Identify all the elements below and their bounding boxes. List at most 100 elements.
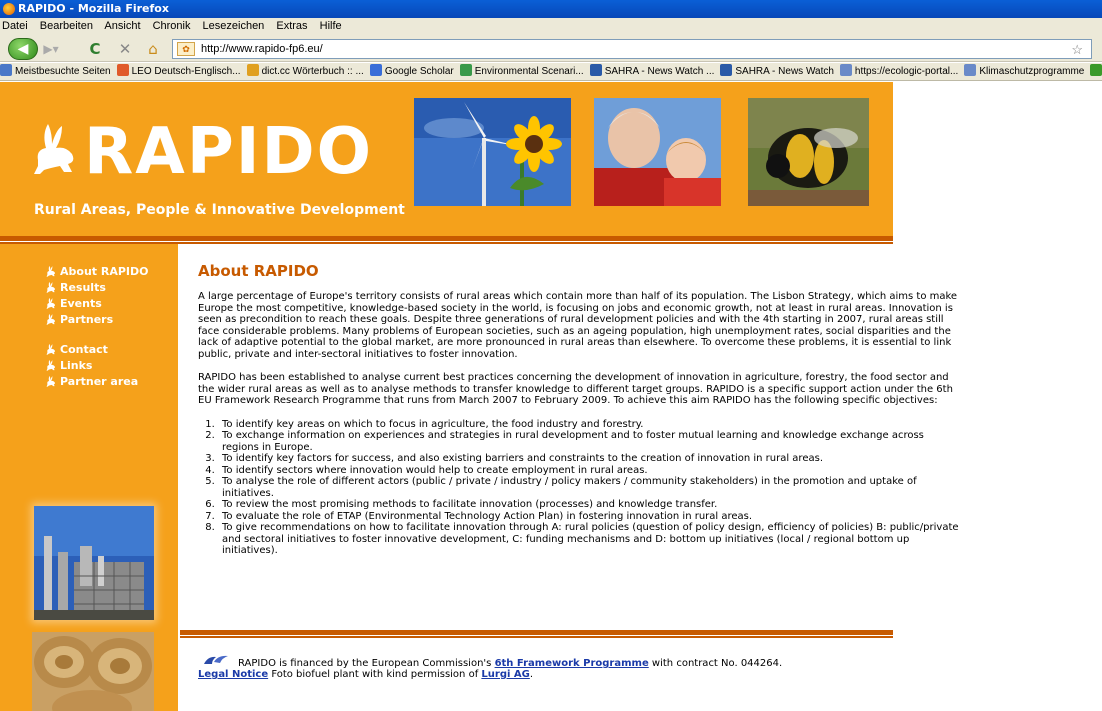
hare-bullet-icon bbox=[42, 281, 60, 293]
menu-hilfe[interactable]: Hilfe bbox=[320, 20, 342, 32]
reload-button[interactable]: C bbox=[84, 38, 106, 60]
bookmark-item[interactable]: Meistbesuchte Seiten bbox=[0, 63, 111, 80]
list-item: To give recommendations on how to facili… bbox=[218, 522, 960, 557]
window-titlebar: RAPIDO - Mozilla Firefox bbox=[0, 0, 1102, 18]
site-tagline: Rural Areas, People & Innovative Develop… bbox=[34, 202, 405, 218]
menu-bearbeiten[interactable]: Bearbeiten bbox=[40, 20, 93, 32]
aims-paragraph: RAPIDO has been established to analyse c… bbox=[198, 372, 953, 406]
address-url: http://www.rapido-fp6.eu/ bbox=[201, 43, 323, 55]
nav-contact-label: Contact bbox=[60, 343, 108, 356]
footer-line-1: RAPIDO is financed by the European Commi… bbox=[198, 654, 782, 669]
nav-partner-area-label: Partner area bbox=[60, 375, 139, 388]
nav-about-rapido[interactable]: About RAPIDO bbox=[42, 264, 148, 280]
bookmark-item[interactable]: SAHRA - News Watch ... bbox=[589, 63, 715, 80]
nav-partners[interactable]: Partners bbox=[42, 312, 148, 328]
address-bar[interactable]: ✿ http://www.rapido-fp6.eu/ ☆ bbox=[172, 39, 1092, 59]
bookmark-favicon-icon bbox=[246, 64, 259, 76]
bookmark-item[interactable]: dict.cc Wörterbuch :: ... bbox=[246, 63, 364, 80]
header-photo-windturbine-sunflower bbox=[414, 98, 571, 206]
list-item: To review the most promising methods to … bbox=[218, 499, 960, 511]
hare-bullet-icon bbox=[42, 343, 60, 355]
hare-logo-icon bbox=[34, 124, 74, 174]
page-title: About RAPIDO bbox=[198, 262, 319, 280]
sidebar-nav: About RAPIDO Results Events Partners Con… bbox=[42, 264, 148, 390]
header-photo-grandmother-child bbox=[594, 98, 721, 206]
bookmark-item[interactable]: Klimaschutzprogramme bbox=[964, 63, 1085, 80]
bookmark-item[interactable]: https://ecologic-portal... bbox=[839, 63, 959, 80]
home-button[interactable]: ⌂ bbox=[142, 38, 164, 60]
site-footer: RAPIDO is financed by the European Commi… bbox=[198, 654, 782, 680]
nav-results[interactable]: Results bbox=[42, 280, 148, 296]
menu-chronik[interactable]: Chronik bbox=[153, 20, 191, 32]
menu-datei[interactable]: Datei bbox=[2, 20, 28, 32]
list-item: To identify key areas on which to focus … bbox=[218, 419, 960, 431]
bookmark-item[interactable]: Google Scholar bbox=[369, 63, 454, 80]
list-item: To identify key factors for success, and… bbox=[218, 453, 960, 465]
list-item: To identify sectors where innovation wou… bbox=[218, 465, 960, 477]
bookmark-label: Klimaschutzprogramme bbox=[979, 66, 1085, 77]
menu-extras[interactable]: Extras bbox=[276, 20, 307, 32]
objectives-list: To identify key areas on which to focus … bbox=[198, 419, 960, 557]
legal-notice-link[interactable]: Legal Notice bbox=[198, 669, 268, 680]
nav-events-label: Events bbox=[60, 297, 102, 310]
bookmark-item[interactable]: PortalL bbox=[1090, 63, 1102, 80]
sidebar-photo-straw-bales bbox=[32, 632, 154, 711]
nav-links[interactable]: Links bbox=[42, 358, 148, 374]
menu-ansicht[interactable]: Ansicht bbox=[104, 20, 140, 32]
bookmark-label: https://ecologic-portal... bbox=[854, 66, 959, 77]
bookmark-favicon-icon bbox=[116, 64, 129, 76]
bookmark-label: Environmental Scenari... bbox=[474, 66, 584, 77]
bookmark-favicon-icon bbox=[720, 64, 733, 76]
footer-divider-thin bbox=[180, 636, 893, 638]
intro-paragraph: A large percentage of Europe's territory… bbox=[198, 291, 958, 360]
nav-gap bbox=[42, 328, 148, 342]
bookmark-item[interactable]: Environmental Scenari... bbox=[459, 63, 584, 80]
main-content: About RAPIDO A large percentage of Europ… bbox=[198, 262, 960, 557]
bookmark-label: Meistbesuchte Seiten bbox=[15, 66, 111, 77]
footer-divider bbox=[180, 630, 893, 635]
sidebar-photo-biofuel-plant bbox=[34, 506, 154, 620]
bookmark-favicon-icon bbox=[459, 64, 472, 76]
bookmark-favicon-icon bbox=[1090, 64, 1102, 76]
nav-results-label: Results bbox=[60, 281, 106, 294]
bookmark-favicon-icon bbox=[369, 64, 382, 76]
window-title: RAPIDO - Mozilla Firefox bbox=[18, 2, 169, 15]
bookmark-favicon-icon bbox=[839, 64, 852, 76]
site-header: RAPIDO Rural Areas, People & Innovative … bbox=[0, 82, 893, 236]
site-favicon-icon: ✿ bbox=[177, 42, 195, 56]
lurgi-link[interactable]: Lurgi AG bbox=[481, 669, 529, 680]
bookmark-favicon-icon bbox=[589, 64, 602, 76]
list-item: To evaluate the role of ETAP (Environmen… bbox=[218, 511, 960, 523]
nav-links-label: Links bbox=[60, 359, 93, 372]
bookmark-item[interactable]: LEO Deutsch-Englisch... bbox=[116, 63, 241, 80]
back-button[interactable]: ◀ bbox=[8, 38, 38, 60]
bookmark-favicon-icon bbox=[964, 64, 977, 76]
menu-bar: Datei Bearbeiten Ansicht Chronik Lesezei… bbox=[0, 18, 1102, 35]
nav-events[interactable]: Events bbox=[42, 296, 148, 312]
footer-text-3: Foto biofuel plant with kind permission … bbox=[268, 669, 482, 680]
menu-lesezeichen[interactable]: Lesezeichen bbox=[203, 20, 265, 32]
navigation-toolbar: ◀ ▶▾ C ✕ ⌂ ✿ http://www.rapido-fp6.eu/ ☆ bbox=[0, 35, 1102, 62]
hare-bullet-icon bbox=[42, 265, 60, 277]
bookmark-star-icon[interactable]: ☆ bbox=[1071, 41, 1083, 59]
stop-button[interactable]: ✕ bbox=[114, 38, 136, 60]
bookmark-label: SAHRA - News Watch ... bbox=[604, 66, 715, 77]
bookmark-item[interactable]: SAHRA - News Watch bbox=[720, 63, 834, 80]
nav-partners-label: Partners bbox=[60, 313, 114, 326]
nav-about-label: About RAPIDO bbox=[60, 265, 149, 278]
nav-contact[interactable]: Contact bbox=[42, 342, 148, 358]
header-photo-bumblebee bbox=[748, 98, 869, 206]
bookmark-label: SAHRA - News Watch bbox=[735, 66, 834, 77]
site-logo[interactable]: RAPIDO bbox=[32, 120, 373, 184]
fp6-link[interactable]: 6th Framework Programme bbox=[495, 658, 649, 669]
list-item: To analyse the role of different actors … bbox=[218, 476, 960, 499]
header-divider bbox=[0, 236, 893, 241]
firefox-icon bbox=[3, 3, 15, 15]
hare-bullet-icon bbox=[42, 313, 60, 325]
forward-button[interactable]: ▶▾ bbox=[40, 38, 62, 60]
bookmark-label: dict.cc Wörterbuch :: ... bbox=[261, 66, 364, 77]
hare-bullet-icon bbox=[42, 297, 60, 309]
nav-partner-area[interactable]: Partner area bbox=[42, 374, 148, 390]
footer-text-2: with contract No. 044264. bbox=[648, 658, 783, 669]
bookmark-label: Google Scholar bbox=[384, 66, 454, 77]
